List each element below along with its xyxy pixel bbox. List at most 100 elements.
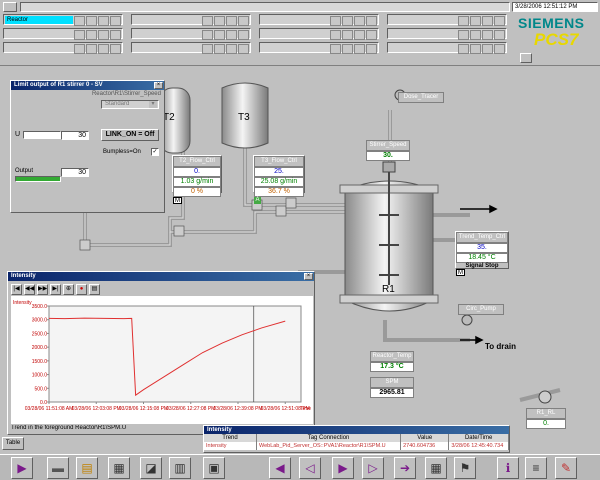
left-arrow-icon[interactable]: ◀	[269, 457, 291, 479]
u-label: U	[15, 131, 21, 138]
t2-flow-pv: 1.03 g/min	[173, 177, 221, 187]
area-status-cell	[342, 44, 353, 54]
tank-t3-label: T3	[238, 112, 250, 123]
area-status-cell	[98, 44, 109, 54]
area-button[interactable]	[387, 42, 507, 54]
col-tag: Tag Connection	[257, 434, 402, 442]
area-status-cell	[482, 44, 493, 54]
area-status-cell	[110, 16, 121, 26]
list-icon[interactable]: ▦	[108, 457, 130, 479]
u-value-field[interactable]: 30	[61, 131, 89, 140]
spm-block[interactable]: SPM 2965.81	[370, 377, 414, 398]
left-arrow-icon[interactable]: ◁	[299, 457, 321, 479]
area-status-cell	[98, 16, 109, 26]
prev-icon[interactable]: ◀◀	[24, 284, 35, 295]
first-icon[interactable]: |◀	[11, 284, 22, 295]
right-arrow-icon[interactable]: ➔	[394, 457, 416, 479]
link-on-button[interactable]: LINK_ON = Off	[101, 129, 159, 141]
temp-ctrl-block[interactable]: Trend_Temp_Ctrl 35. 18.45 °C Signal Stop…	[455, 231, 509, 276]
right-arrow-icon[interactable]: ▷	[362, 457, 384, 479]
area-button[interactable]	[387, 28, 507, 40]
area-button[interactable]	[131, 14, 251, 26]
overview-icon[interactable]	[3, 2, 17, 12]
area-status-cell	[226, 16, 237, 26]
area-button[interactable]	[259, 42, 379, 54]
area-status-cell	[470, 30, 481, 40]
area-status-cell	[214, 16, 225, 26]
reactor-temp-block[interactable]: Reactor_Temp 17.3 °C	[370, 351, 414, 372]
circ-pump-tag[interactable]: Circ_Pump	[458, 304, 504, 315]
right-arrow-icon[interactable]: ▶	[332, 457, 354, 479]
stirrer-speed-value: 30.	[366, 151, 410, 161]
x-tick-label: 03/28/06 12:03:08 PM	[72, 406, 121, 412]
spm-tag: SPM	[370, 377, 414, 388]
t2-flow-block[interactable]: T2_Flow_Ctrl 0. 1.03 g/min 0 % M	[172, 155, 222, 204]
play-icon[interactable]: ▶	[11, 457, 33, 479]
printer-icon[interactable]	[520, 53, 532, 63]
trend-toolbar: |◀ ◀◀ ▶▶ ▶| ⊕ ● ▤	[11, 284, 311, 295]
y-tick-label: 2000.0	[32, 345, 48, 351]
mode-select-value: Standard	[105, 101, 130, 107]
mode-select[interactable]: Standard ▾	[101, 100, 159, 109]
area-status-cell	[342, 30, 353, 40]
dose-tracer-tag[interactable]: Dose_Tracer	[398, 92, 444, 103]
zoom-icon[interactable]: ⊕	[63, 284, 74, 295]
trend-close-icon[interactable]: ×	[304, 273, 313, 280]
y-tick-label: 1000.0	[32, 373, 48, 379]
area-status-cell	[74, 16, 85, 26]
area-status-cell	[366, 30, 377, 40]
area-status-cell	[238, 16, 249, 26]
area-button[interactable]	[3, 42, 123, 54]
plot-area	[48, 305, 302, 403]
bumpless-label: Bumpless=On	[103, 149, 141, 155]
chart-icon[interactable]: ◪	[140, 457, 162, 479]
circ-pump-icon[interactable]	[461, 314, 473, 326]
next-icon[interactable]: ▶▶	[37, 284, 48, 295]
tools-icon[interactable]: ✎	[555, 457, 577, 479]
stirrer-motor[interactable]	[382, 161, 396, 173]
x-tick-label: 03/28/06 12:15:08 PM	[119, 406, 168, 412]
area-status-cell	[226, 44, 237, 54]
bumpless-checkbox[interactable]: ✓	[151, 148, 159, 156]
row-value: 2740.604736	[401, 442, 450, 450]
x-tick-label: 03/28/06 12:39:08 PM	[213, 406, 262, 412]
table-row[interactable]: Intensity WebLab_Pid_Server_OS::PVA1\Rea…	[204, 442, 510, 450]
reactor-temp-tag: Reactor_Temp	[370, 351, 414, 362]
area-button[interactable]	[131, 28, 251, 40]
last-icon[interactable]: ▶|	[50, 284, 61, 295]
area-button[interactable]	[387, 14, 507, 26]
area-button[interactable]	[3, 28, 123, 40]
area-status-cell	[202, 30, 213, 40]
folder-icon[interactable]: ▤	[76, 457, 98, 479]
table-tab-button[interactable]: Table	[2, 437, 24, 450]
area-status-cell	[494, 16, 505, 26]
trend-window: Intensity × |◀ ◀◀ ▶▶ ▶| ⊕ ● ▤ Intensity 3…	[7, 271, 315, 435]
t3-flow-block[interactable]: T3_Flow_Ctrl 25. 25.08 g/min 36.7 % A	[253, 155, 305, 204]
print-icon[interactable]: ▤	[89, 284, 100, 295]
r1-rl-block[interactable]: R1_RL 0.	[526, 408, 566, 429]
area-button-reactor[interactable]: Reactor	[3, 14, 123, 26]
info-icon[interactable]: ℹ	[497, 457, 519, 479]
bars-icon[interactable]: ▥	[169, 457, 191, 479]
flag-icon[interactable]: ⚑	[454, 457, 476, 479]
close-icon[interactable]: ×	[154, 82, 163, 89]
grid-icon[interactable]: ▦	[425, 457, 447, 479]
x-axis-end-label: Time	[300, 406, 311, 412]
area-button[interactable]	[259, 14, 379, 26]
area-status-cell	[330, 44, 341, 54]
rectangle-icon[interactable]: ▬	[47, 457, 69, 479]
area-status-cell	[470, 16, 481, 26]
r1-rl-pump[interactable]	[538, 390, 552, 404]
grid-icon[interactable]: ▣	[203, 457, 225, 479]
area-status-cell	[202, 44, 213, 54]
area-button[interactable]	[259, 28, 379, 40]
y-tick-label: 2500.0	[32, 331, 48, 337]
area-status-cell	[482, 16, 493, 26]
area-status-cell	[354, 44, 365, 54]
stripes-icon[interactable]: ≡	[525, 457, 547, 479]
stop-icon[interactable]: ●	[76, 284, 87, 295]
stirrer-speed-block[interactable]: Stirrer_Speed 30.	[366, 140, 410, 161]
area-status-cell	[330, 30, 341, 40]
area-status-cell	[482, 30, 493, 40]
area-button[interactable]	[131, 42, 251, 54]
